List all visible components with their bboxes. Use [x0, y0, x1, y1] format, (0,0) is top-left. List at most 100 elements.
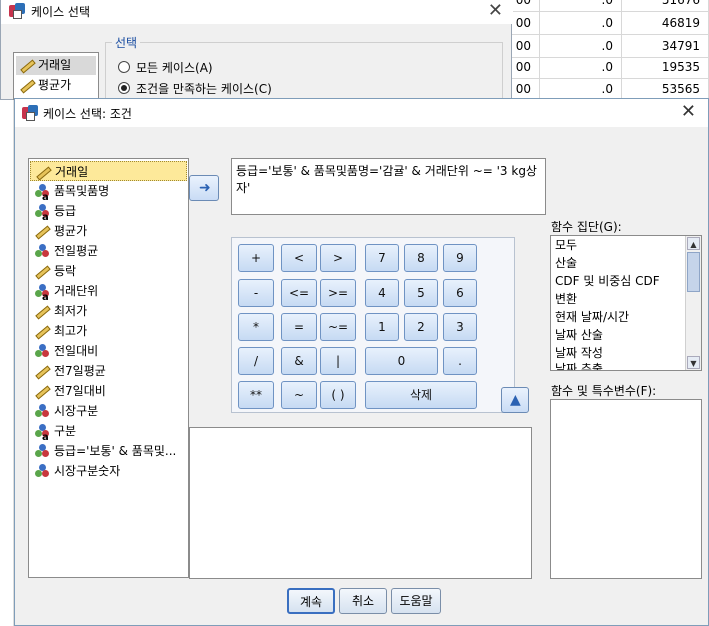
key-less-equal[interactable]: <= [281, 279, 317, 307]
app-icon [9, 3, 25, 19]
nominal-string-icon: a [34, 284, 50, 301]
radio-all-cases[interactable] [118, 61, 130, 73]
table-cell: 00 [510, 12, 540, 35]
close-icon[interactable]: ✕ [681, 101, 696, 122]
variable-list-item[interactable]: 거래일 [30, 161, 187, 181]
variable-list-item[interactable]: 전일대비 [30, 341, 187, 361]
variable-list-item[interactable]: 시장구분숫자 [30, 461, 187, 481]
key-3[interactable]: 3 [443, 313, 477, 341]
key-7[interactable]: 7 [365, 244, 399, 272]
key-not[interactable]: ~ [281, 381, 317, 409]
function-group-list[interactable]: 모두 산술 CDF 및 비중심 CDF 변환 현재 날짜/시간 날짜 산술 날짜… [550, 235, 702, 371]
list-item[interactable]: 날짜 추출 [555, 362, 603, 370]
variable-label: 평균가 [54, 224, 88, 238]
key-6[interactable]: 6 [443, 279, 477, 307]
table-row: 00 .0 34791 [510, 35, 709, 58]
key-1[interactable]: 1 [365, 313, 399, 341]
list-item[interactable]: 평균가 [16, 76, 96, 95]
list-item[interactable]: 날짜 산술 [555, 326, 603, 344]
continue-button[interactable]: 계속 [287, 588, 335, 614]
key-multiply[interactable]: * [238, 313, 274, 341]
variable-label: 거래단위 [54, 284, 99, 298]
table-row: 00 .0 19535 [510, 56, 709, 79]
back-dialog-title: 케이스 선택 [31, 5, 91, 19]
nominal-string-icon: a [34, 424, 50, 441]
key-delete[interactable]: 삭제 [365, 381, 477, 409]
scale-ruler-icon [34, 224, 51, 240]
list-item[interactable]: 산술 [555, 254, 577, 272]
key-power[interactable]: ** [238, 381, 274, 409]
key-greater-than[interactable]: > [320, 244, 356, 272]
arrow-right-icon: ➜ [199, 180, 211, 196]
variable-list-item[interactable]: 시장구분 [30, 401, 187, 421]
variable-list-item[interactable]: a 품목및품명 [30, 181, 187, 201]
key-2[interactable]: 2 [404, 313, 438, 341]
list-item[interactable]: 날짜 작성 [555, 344, 603, 362]
variable-list-item[interactable]: 등락 [30, 261, 187, 281]
table-cell: 00 [510, 0, 540, 12]
radio-all-cases-label: 모든 케이스(A) [136, 61, 213, 75]
variable-list-item[interactable]: a 구분 [30, 421, 187, 441]
move-to-expression-button[interactable]: ➜ [189, 175, 219, 201]
key-plus[interactable]: + [238, 244, 274, 272]
variable-label: 전7일평균 [54, 364, 106, 378]
table-cell: 19535 [622, 56, 709, 79]
key-decimal[interactable]: . [443, 347, 477, 375]
variable-list-item[interactable]: 평균가 [30, 221, 187, 241]
function-list[interactable] [550, 399, 702, 579]
variable-list-item[interactable]: 최고가 [30, 321, 187, 341]
close-icon[interactable]: ✕ [488, 0, 503, 21]
list-item[interactable]: 변환 [555, 290, 577, 308]
function-description-box [189, 427, 532, 579]
key-0[interactable]: 0 [365, 347, 438, 375]
variable-list-item[interactable]: 등급='보통' & 품목및... [30, 441, 187, 461]
arrow-up-icon: ▲ [510, 392, 521, 408]
table-cell: 00 [510, 35, 540, 58]
key-equal[interactable]: = [281, 313, 317, 341]
list-item[interactable]: CDF 및 비중심 CDF [555, 272, 660, 290]
table-row: 00 .0 46819 [510, 12, 709, 35]
cancel-button[interactable]: 취소 [339, 588, 387, 614]
variable-label: 등급 [54, 204, 77, 218]
variable-label: 거래일 [55, 165, 89, 179]
key-divide[interactable]: / [238, 347, 274, 375]
radio-if-condition[interactable] [118, 82, 130, 94]
table-cell: 00 [510, 56, 540, 79]
key-and[interactable]: & [281, 347, 317, 375]
key-9[interactable]: 9 [443, 244, 477, 272]
scroll-down-icon[interactable]: ▼ [687, 356, 700, 369]
list-item[interactable]: 현재 날짜/시간 [555, 308, 629, 326]
variable-list[interactable]: 거래일 a 품목및품명 a 등급 평균가 전일평균 등락 a 거래단위 최저가 최고가 전일대비 전7일평… [28, 158, 189, 578]
variable-list-item[interactable]: 전일평균 [30, 241, 187, 261]
list-item[interactable]: 거래일 [16, 56, 96, 75]
variable-label: 전일대비 [54, 344, 99, 358]
variable-list-item[interactable]: a 거래단위 [30, 281, 187, 301]
variable-list-item[interactable]: 전7일평균 [30, 361, 187, 381]
scale-ruler-icon [19, 78, 36, 94]
key-minus[interactable]: - [238, 279, 274, 307]
help-button[interactable]: 도움말 [391, 588, 441, 614]
variable-list-item[interactable]: a 등급 [30, 201, 187, 221]
insert-function-button[interactable]: ▲ [501, 387, 529, 413]
scroll-thumb[interactable] [687, 252, 700, 292]
variable-list-item[interactable]: 전7일대비 [30, 381, 187, 401]
scroll-up-icon[interactable]: ▲ [687, 237, 700, 250]
key-8[interactable]: 8 [404, 244, 438, 272]
scale-ruler-icon [34, 304, 51, 320]
ordinal-bars-icon [34, 244, 50, 258]
variable-list-item[interactable]: 최저가 [30, 301, 187, 321]
variable-label: 구분 [54, 424, 77, 438]
key-less-than[interactable]: < [281, 244, 317, 272]
expression-field[interactable]: 등급='보통' & 품목및품명='감귤' & 거래단위 ~= '3 kg상자' [231, 158, 546, 215]
variable-label: 최고가 [54, 324, 88, 338]
list-item[interactable]: 모두 [555, 236, 577, 254]
vertical-scrollbar[interactable]: ▲ ▼ [685, 236, 701, 370]
key-5[interactable]: 5 [404, 279, 438, 307]
key-greater-equal[interactable]: >= [320, 279, 356, 307]
table-cell: .0 [540, 35, 622, 58]
back-variable-list[interactable]: 거래일 평균가 [13, 52, 99, 100]
key-or[interactable]: | [320, 347, 356, 375]
key-parentheses[interactable]: ( ) [320, 381, 356, 409]
key-4[interactable]: 4 [365, 279, 399, 307]
key-not-equal[interactable]: ~= [320, 313, 356, 341]
